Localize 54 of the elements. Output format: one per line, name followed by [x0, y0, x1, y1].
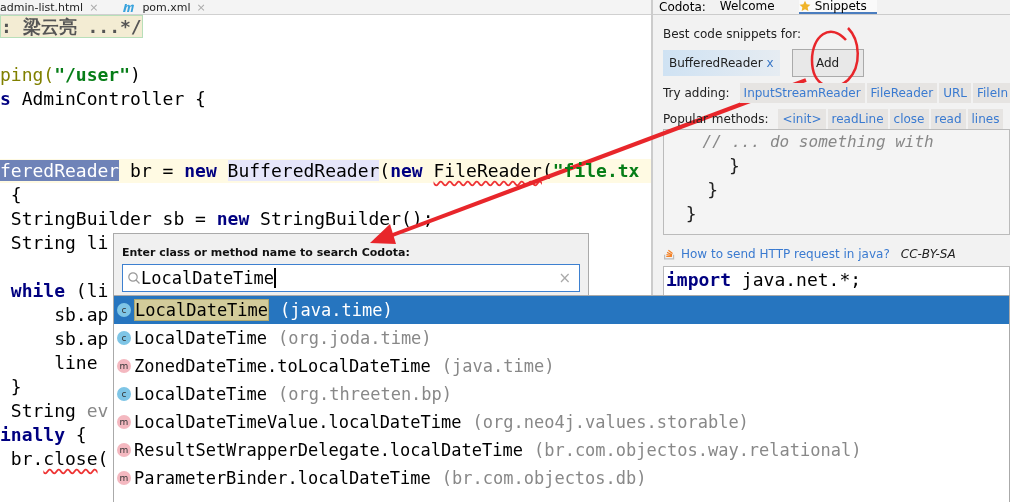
- method-link[interactable]: close: [889, 109, 929, 129]
- method-link[interactable]: read: [930, 109, 966, 129]
- code-line: br.close(: [9, 447, 109, 471]
- method-icon: m: [117, 415, 131, 429]
- code-line: String li: [9, 231, 109, 255]
- method-icon: m: [117, 443, 131, 457]
- code-line: }: [728, 154, 741, 178]
- search-field[interactable]: LocalDateTime ×: [122, 264, 580, 292]
- method-link[interactable]: lines: [967, 109, 1004, 129]
- code-line: }: [706, 178, 720, 202]
- suggestion-link[interactable]: InputStreamReader: [739, 83, 865, 103]
- class-icon: c: [117, 303, 131, 317]
- code-line: ping("/user"): [0, 63, 141, 87]
- code-line: sb.ap: [53, 327, 109, 351]
- code-line: line: [53, 351, 98, 375]
- code-line: import java.net.*;: [666, 269, 862, 290]
- question-link[interactable]: How to send HTTP request in java?: [681, 247, 890, 261]
- result-item[interactable]: c LocalDateTime (org.joda.time): [114, 324, 1009, 352]
- license-label: CC-BY-SA: [900, 247, 956, 261]
- editor-tab[interactable]: admin-list.html ×: [0, 0, 99, 14]
- stack-icon: [663, 247, 676, 261]
- result-item[interactable]: m ParameterBinder.localDateTime (br.com.objectos.db): [114, 464, 1009, 492]
- query-chip[interactable]: BufferedReader x: [663, 50, 780, 76]
- panel-tab[interactable]: Welcome: [719, 0, 785, 14]
- code-line: }: [684, 202, 698, 226]
- method-link[interactable]: <init>: [778, 109, 826, 129]
- editor-tab[interactable]: pom.xml ×: [122, 0, 206, 14]
- file-type-icon: [122, 1, 137, 13]
- suggestion-link[interactable]: FileIn: [972, 83, 1010, 103]
- search-icon: [127, 271, 141, 285]
- try-adding-label: Try adding:: [663, 86, 730, 100]
- code-line: StringBuilder sb = new StringBuilder();: [9, 207, 434, 231]
- panel-tab[interactable]: Snippets: [798, 0, 877, 14]
- class-icon: c: [117, 387, 131, 401]
- class-icon: c: [117, 331, 131, 345]
- code-line: String ev: [9, 399, 109, 423]
- code-line: }: [9, 375, 22, 399]
- method-icon: m: [117, 359, 131, 373]
- code-line: {: [9, 183, 22, 207]
- result-item[interactable]: c LocalDateTime (java.time): [114, 296, 1009, 324]
- panel-label: Codota:: [659, 1, 706, 13]
- snippets-heading: Best code snippets for:: [663, 27, 803, 43]
- method-icon: m: [117, 471, 131, 485]
- code-line: inally {: [0, 423, 87, 447]
- result-item[interactable]: m ZonedDateTime.toLocalDateTime (java.time): [114, 352, 1009, 380]
- code-line: s AdminController {: [0, 87, 206, 111]
- result-item[interactable]: c LocalDateTime (org.threeten.bp): [114, 380, 1009, 408]
- result-item[interactable]: m ResultSetWrapperDelegate.localDateTime (br.com.objectos.way.relational): [114, 436, 1009, 464]
- code-line: while (li: [9, 279, 109, 303]
- code-line: sb.ap: [53, 303, 109, 327]
- search-prompt: Enter class or method name to search Codota:: [122, 246, 411, 259]
- result-item[interactable]: m LocalDateTimeValue.localDateTime (org.neo4j.values.storable): [114, 408, 1009, 436]
- code-line: // ... do something with: [701, 131, 935, 153]
- add-button[interactable]: Add: [791, 49, 864, 77]
